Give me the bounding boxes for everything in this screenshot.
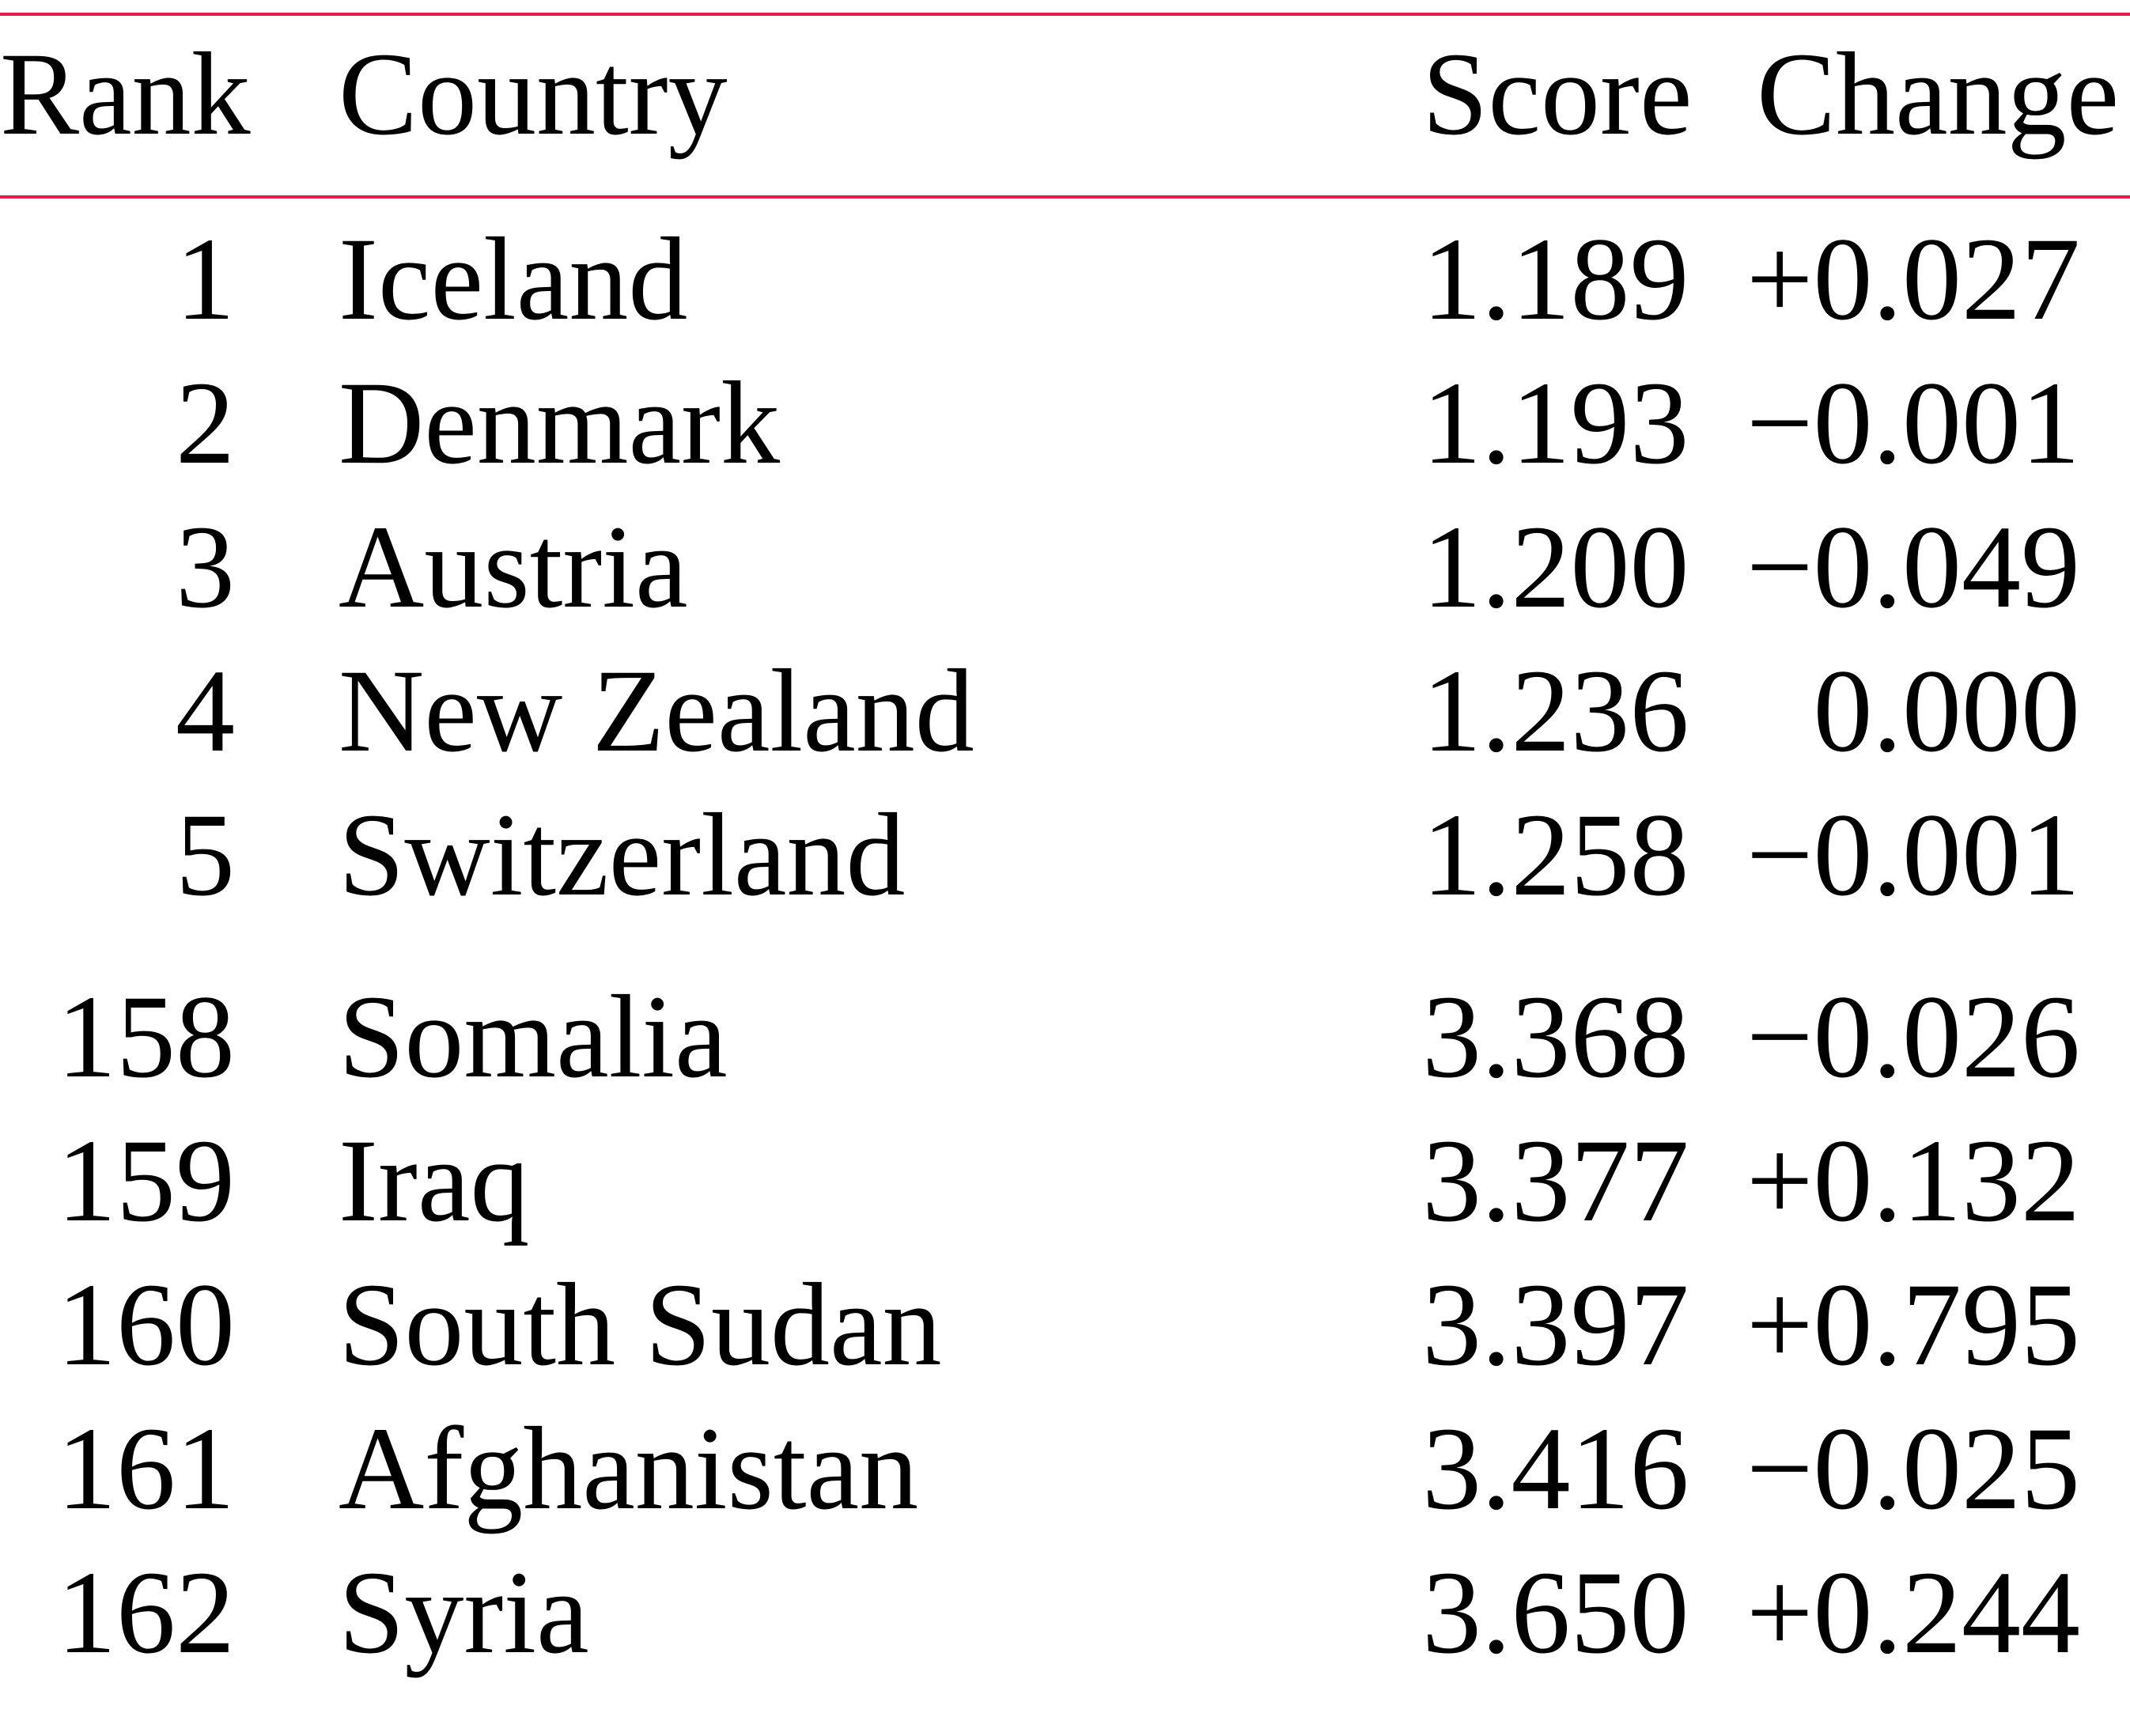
rank-cell: 2 [176,357,235,489]
country-cell: Somalia [339,971,728,1102]
change-cell: +0.244 [1746,1547,2080,1678]
rank-cell: 160 [57,1259,235,1390]
rank-cell: 162 [57,1547,235,1678]
change-cell: 0.000 [1813,645,2081,777]
score-cell: 3.397 [1422,1259,1689,1390]
table-top-rule [0,13,2130,16]
score-cell: 3.416 [1422,1403,1689,1534]
change-cell: +0.132 [1746,1115,2080,1246]
country-cell: Denmark [339,357,781,489]
rank-cell: 158 [57,971,235,1102]
change-cell: −0.001 [1746,789,2080,921]
change-cell: −0.049 [1746,501,2080,633]
rank-cell: 161 [57,1403,235,1534]
country-cell: Switzerland [339,789,906,921]
score-cell: 3.377 [1422,1115,1689,1246]
country-cell: Iraq [339,1115,530,1246]
country-cell: Iceland [339,214,688,345]
country-cell: New Zealand [339,645,974,777]
rank-cell: 1 [176,214,235,345]
change-cell: −0.001 [1746,357,2080,489]
change-cell: −0.026 [1746,971,2080,1102]
score-cell: 1.258 [1422,789,1689,921]
rank-cell: 3 [176,501,235,633]
header-rule [0,195,2130,199]
header-country: Country [339,28,728,160]
change-cell: −0.025 [1746,1403,2080,1534]
country-cell: Afghanistan [339,1403,919,1534]
country-cell: Syria [339,1547,589,1678]
rank-cell: 159 [57,1115,235,1246]
header-rank: Rank [0,28,251,160]
country-cell: South Sudan [339,1259,942,1390]
change-cell: +0.795 [1746,1259,2080,1390]
country-cell: Austria [339,501,688,633]
score-cell: 1.189 [1422,214,1689,345]
change-cell: +0.027 [1746,214,2080,345]
rank-cell: 4 [176,645,235,777]
header-change: Change [1757,28,2120,160]
score-cell: 1.200 [1422,501,1689,633]
score-cell: 3.368 [1422,971,1689,1102]
score-cell: 3.650 [1422,1547,1689,1678]
header-score: Score [1422,28,1693,160]
score-cell: 1.193 [1422,357,1689,489]
rank-cell: 5 [176,789,235,921]
score-cell: 1.236 [1422,645,1689,777]
